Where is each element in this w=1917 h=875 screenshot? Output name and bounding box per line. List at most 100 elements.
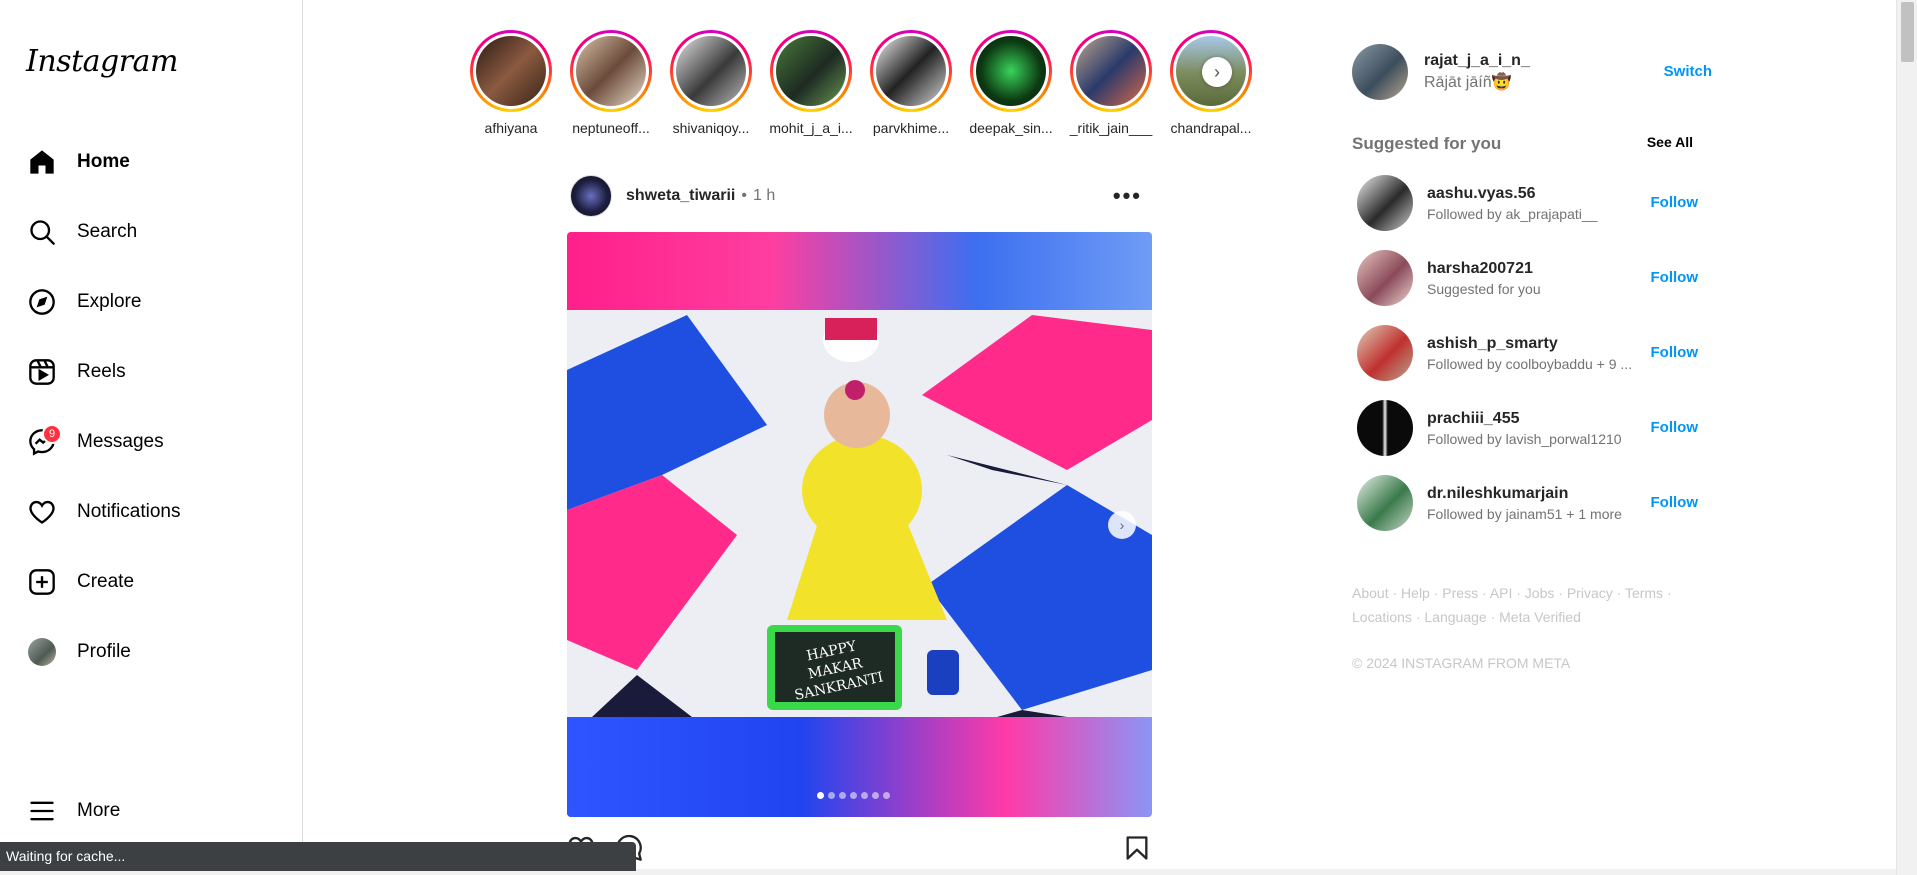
footer-link[interactable]: Privacy <box>1567 585 1613 601</box>
post-image[interactable]: HAPPY MAKAR SANKRANTI › <box>567 232 1152 817</box>
suggestion-row: harsha200721 Suggested for you Follow <box>1357 250 1712 306</box>
post-timestamp[interactable]: 1 h <box>753 187 775 205</box>
vertical-scrollbar[interactable] <box>1896 0 1917 875</box>
story-avatar <box>476 36 546 106</box>
next-slide-button[interactable]: › <box>1108 511 1136 539</box>
suggestion-subtitle: Followed by coolboybaddu + 9 ... <box>1427 355 1633 372</box>
suggestion-username[interactable]: dr.nileshkumarjain <box>1427 485 1657 503</box>
story-item[interactable]: deepak_sin... <box>963 30 1059 136</box>
post-separator: • <box>741 187 747 204</box>
nav-reels[interactable]: Reels <box>12 344 290 400</box>
story-avatar <box>576 36 646 106</box>
search-icon <box>26 216 58 248</box>
avatar[interactable] <box>1357 400 1413 456</box>
current-username[interactable]: rajat_j_a_i_n_ <box>1424 52 1530 70</box>
footer-link[interactable]: About <box>1352 585 1389 601</box>
follow-button[interactable]: Follow <box>1651 269 1699 286</box>
story-avatar <box>876 36 946 106</box>
nav-notifications[interactable]: Notifications <box>12 484 290 540</box>
reels-icon <box>26 356 58 388</box>
explore-icon <box>26 286 58 318</box>
switch-account-button[interactable]: Switch <box>1664 63 1712 80</box>
follow-button[interactable]: Follow <box>1651 494 1699 511</box>
post-image-bottom <box>567 717 1152 817</box>
footer-link[interactable]: Language <box>1424 609 1486 625</box>
post-photo: HAPPY MAKAR SANKRANTI <box>567 310 1152 717</box>
story-avatar <box>976 36 1046 106</box>
post-header: shweta_tiwarii • 1 h ••• <box>570 175 1152 217</box>
footer-link[interactable]: Help <box>1401 585 1430 601</box>
story-ring <box>670 30 752 112</box>
story-avatar <box>676 36 746 106</box>
follow-button[interactable]: Follow <box>1651 344 1699 361</box>
post-username[interactable]: shweta_tiwarii <box>626 187 735 205</box>
avatar[interactable] <box>1357 475 1413 531</box>
nav-label: Create <box>77 571 135 592</box>
chevron-right-icon: › <box>1214 61 1220 82</box>
footer-link[interactable]: API <box>1490 585 1513 601</box>
nav-label: Notifications <box>77 501 181 522</box>
avatar <box>28 638 56 666</box>
create-icon <box>26 566 58 598</box>
footer-link[interactable]: Locations <box>1352 609 1412 625</box>
footer-link[interactable]: Meta Verified <box>1499 609 1581 625</box>
suggestion-username[interactable]: harsha200721 <box>1427 260 1657 278</box>
nav-home[interactable]: Home <box>12 134 290 190</box>
scrollbar-thumb[interactable] <box>1901 2 1914 62</box>
nav-create[interactable]: Create <box>12 554 290 610</box>
nav-label: Reels <box>77 361 126 382</box>
see-all-link[interactable]: See All <box>1647 134 1693 154</box>
more-options-icon[interactable]: ••• <box>1113 183 1142 209</box>
suggestion-username[interactable]: aashu.vyas.56 <box>1427 185 1657 203</box>
follow-button[interactable]: Follow <box>1651 194 1699 211</box>
nav-messages[interactable]: 9 Messages <box>12 414 290 470</box>
suggestion-subtitle: Suggested for you <box>1427 280 1541 297</box>
suggestions-header: Suggested for you See All <box>1352 134 1712 154</box>
nav-label: More <box>77 800 121 821</box>
copyright: © 2024 INSTAGRAM FROM META <box>1352 655 1571 671</box>
nav-profile[interactable]: Profile <box>12 624 290 680</box>
story-ring <box>770 30 852 112</box>
suggestion-username[interactable]: prachiii_455 <box>1427 410 1657 428</box>
story-username: afhiyana <box>484 120 538 136</box>
story-ring <box>570 30 652 112</box>
instagram-logo[interactable]: Instagram <box>26 44 178 79</box>
heart-icon <box>26 496 58 528</box>
slide-dot <box>883 792 890 799</box>
suggestion-row: aashu.vyas.56 Followed by ak_prajapati__… <box>1357 175 1712 231</box>
stories-next-button[interactable]: › <box>1202 57 1232 87</box>
nav-explore[interactable]: Explore <box>12 274 290 330</box>
post-actions <box>565 830 1155 864</box>
story-item[interactable]: neptuneoff... <box>563 30 659 136</box>
story-ring <box>870 30 952 112</box>
avatar[interactable] <box>1352 44 1408 100</box>
nav-search[interactable]: Search <box>12 204 290 260</box>
avatar[interactable] <box>1357 325 1413 381</box>
home-icon <box>26 146 58 178</box>
slide-dot <box>817 792 824 799</box>
slide-dot <box>850 792 857 799</box>
avatar[interactable] <box>1357 175 1413 231</box>
suggestion-username[interactable]: ashish_p_smarty <box>1427 335 1657 353</box>
post-author-avatar[interactable] <box>570 175 612 217</box>
story-username: _ritik_jain___ <box>1069 120 1153 136</box>
slide-dot <box>872 792 879 799</box>
story-item[interactable]: shivaniqoy... <box>663 30 759 136</box>
footer-link[interactable]: Terms <box>1625 585 1663 601</box>
footer-link[interactable]: Jobs <box>1525 585 1555 601</box>
suggestion-row: dr.nileshkumarjain Followed by jainam51 … <box>1357 475 1712 531</box>
story-item[interactable]: _ritik_jain___ <box>1063 30 1159 136</box>
footer-links: About · Help · Press · API · Jobs · Priv… <box>1352 585 1672 625</box>
story-username: deepak_sin... <box>969 120 1053 136</box>
story-ring <box>970 30 1052 112</box>
follow-button[interactable]: Follow <box>1651 419 1699 436</box>
footer-link[interactable]: Press <box>1442 585 1478 601</box>
story-item[interactable]: parvkhime... <box>863 30 959 136</box>
save-icon[interactable] <box>1123 834 1151 867</box>
story-item[interactable]: mohit_j_a_i... <box>763 30 859 136</box>
nav-label: Profile <box>77 641 131 662</box>
avatar[interactable] <box>1357 250 1413 306</box>
story-item[interactable]: afhiyana <box>463 30 559 136</box>
story-username: neptuneoff... <box>572 120 650 136</box>
nav-more[interactable]: More <box>12 783 290 839</box>
